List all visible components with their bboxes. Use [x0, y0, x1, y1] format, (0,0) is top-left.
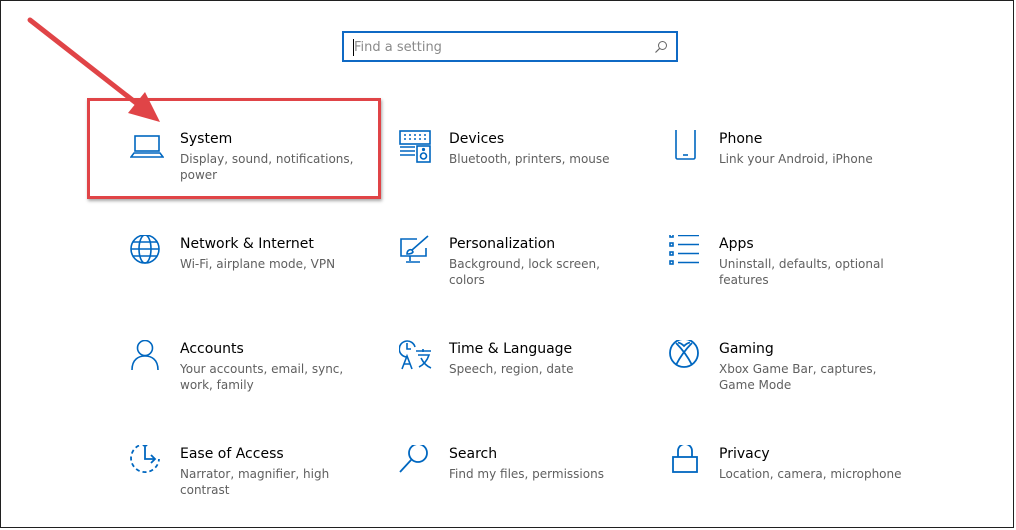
magnifier-icon [399, 445, 433, 479]
tile-devices[interactable]: Devices Bluetooth, printers, mouse [399, 130, 639, 210]
person-icon [130, 340, 164, 374]
tile-apps-description: Uninstall, defaults, optional features [719, 257, 884, 287]
tile-personalization-title: Personalization [449, 236, 556, 252]
tile-accounts-description: Your accounts, email, sync, work, family [180, 362, 344, 392]
search-input[interactable] [354, 37, 644, 57]
tile-ease-of-access[interactable]: Ease of Access Narrator, magnifier, high… [130, 445, 370, 525]
tile-network-internet-title: Network & Internet [180, 236, 314, 252]
tile-ease-of-access-description: Narrator, magnifier, high contrast [180, 467, 330, 497]
tile-apps[interactable]: Apps Uninstall, defaults, optional featu… [669, 235, 909, 315]
time-language-icon [399, 340, 433, 374]
tile-personalization[interactable]: Personalization Background, lock screen,… [399, 235, 639, 315]
tile-search-title: Search [449, 446, 498, 462]
tile-network-internet-description: Wi-Fi, airplane mode, VPN [180, 257, 336, 271]
tile-search[interactable]: Search Find my files, permissions [399, 445, 639, 525]
tile-time-language[interactable]: Time & Language Speech, region, date [399, 340, 639, 420]
tile-phone[interactable]: Phone Link your Android, iPhone [669, 130, 909, 210]
xbox-icon [669, 340, 703, 374]
tile-privacy-description: Location, camera, microphone [719, 467, 902, 481]
tile-devices-title: Devices [449, 131, 505, 147]
tile-search-description: Find my files, permissions [449, 467, 604, 481]
tile-accounts[interactable]: Accounts Your accounts, email, sync, wor… [130, 340, 370, 420]
tile-phone-description: Link your Android, iPhone [719, 152, 873, 166]
tile-phone-title: Phone [719, 131, 763, 147]
tile-time-language-description: Speech, region, date [449, 362, 574, 376]
tile-gaming-description: Xbox Game Bar, captures, Game Mode [719, 362, 877, 392]
tile-accounts-title: Accounts [180, 341, 244, 357]
text-caret [353, 39, 354, 56]
search-box[interactable] [342, 31, 678, 62]
tile-time-language-title: Time & Language [449, 341, 573, 357]
tile-personalization-description: Background, lock screen, colors [449, 257, 600, 287]
paintbrush-monitor-icon [399, 235, 433, 269]
annotation-arrow-icon [27, 17, 160, 122]
ease-of-access-icon [130, 445, 164, 479]
lock-icon [669, 445, 703, 479]
tile-gaming[interactable]: Gaming Xbox Game Bar, captures, Game Mod… [669, 340, 909, 420]
tile-devices-description: Bluetooth, printers, mouse [449, 152, 610, 166]
tile-apps-title: Apps [719, 236, 754, 252]
phone-icon [669, 130, 703, 164]
tile-ease-of-access-title: Ease of Access [180, 446, 284, 462]
tile-gaming-title: Gaming [719, 341, 774, 357]
tile-network-internet[interactable]: Network & Internet Wi-Fi, airplane mode,… [130, 235, 370, 315]
apps-list-icon [669, 235, 703, 269]
tile-privacy-title: Privacy [719, 446, 770, 462]
search-icon[interactable] [654, 40, 668, 54]
globe-icon [130, 235, 164, 269]
tile-privacy[interactable]: Privacy Location, camera, microphone [669, 445, 909, 525]
keyboard-speaker-icon [399, 130, 433, 164]
